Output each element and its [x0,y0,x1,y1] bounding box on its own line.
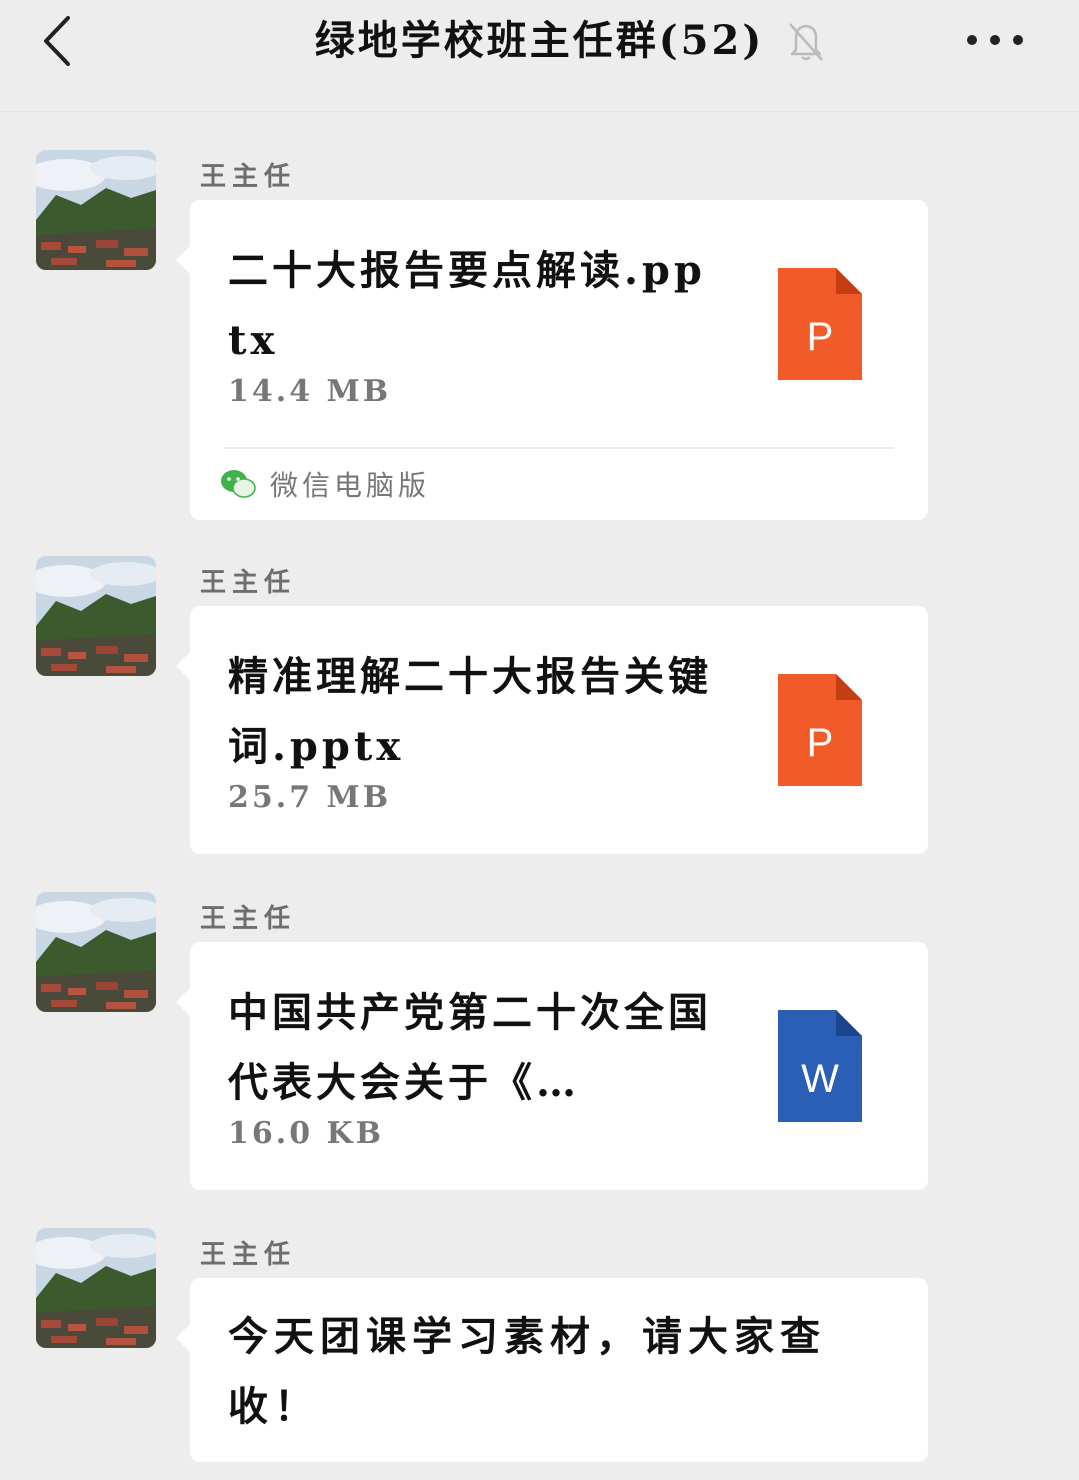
file-size: 16.0 KB [228,1116,384,1151]
chat-title: 绿地学校班主任群(52) [314,17,765,64]
file-size: 25.7 MB [228,780,392,815]
avatar[interactable] [36,556,156,676]
file-name: 精准理解二十大报告关键词.pptx [228,653,712,770]
avatar[interactable] [36,892,156,1012]
file-type-letter: P [807,721,834,765]
sender-name: 王主任 [200,568,297,598]
ppt-file-icon: P [776,266,864,382]
sender-name: 王主任 [200,162,297,192]
sender-name: 王主任 [200,1240,297,1270]
file-message-bubble[interactable]: 精准理解二十大报告关键词.pptx 25.7 MB P [176,606,928,854]
word-file-icon: W [776,1008,864,1124]
file-type-letter: W [801,1057,839,1101]
more-dots-icon[interactable] [964,28,1026,52]
avatar[interactable] [36,1228,156,1348]
sender-name: 王主任 [200,904,297,934]
source-label-row: 微信电脑版 [220,462,430,506]
top-bar: 绿地学校班主任群(52) [0,0,1079,112]
source-label: 微信电脑版 [270,469,431,502]
file-type-letter: P [807,315,834,359]
file-size: 14.4 MB [228,374,392,409]
file-message-bubble[interactable]: 二十大报告要点解读.pptx 14.4 MB P 微信电脑版 [176,200,928,520]
bell-off-icon [786,20,826,62]
avatar[interactable] [36,150,156,270]
ppt-file-icon: P [776,672,864,788]
file-name: 二十大报告要点解读.pptx [228,247,706,364]
text-message-bubble[interactable]: 今天团课学习素材，请大家查收！ [176,1278,928,1462]
file-name: 中国共产党第二十次全国代表大会关于《… [228,989,712,1106]
divider [224,447,894,449]
message-text: 今天团课学习素材，请大家查收！ [228,1313,826,1430]
file-message-bubble[interactable]: 中国共产党第二十次全国代表大会关于《… 16.0 KB W [176,942,928,1190]
wechat-icon [221,470,256,498]
